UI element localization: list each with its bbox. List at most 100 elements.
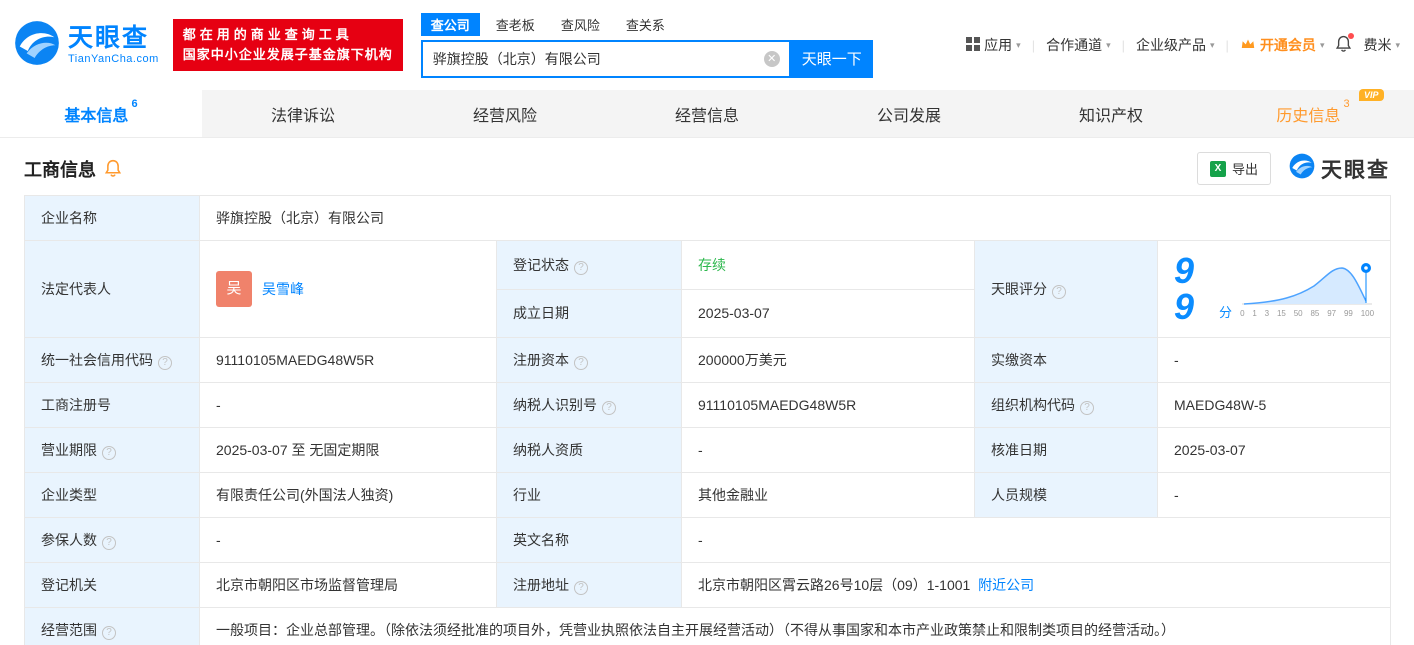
tab-basic-info-count: 6 — [131, 97, 138, 110]
tianyancha-watermark: 天眼查 — [1289, 153, 1390, 185]
nav-user[interactable]: 费米 ▾ — [1363, 35, 1400, 55]
table-row: 营业期限? 2025-03-07 至 无固定期限 纳税人资质 - 核准日期 20… — [24, 427, 1392, 473]
divider: | — [1225, 37, 1229, 53]
nav-open-vip[interactable]: 开通会员 ▾ — [1240, 35, 1324, 55]
tab-company-development-label: 公司发展 — [876, 107, 941, 125]
notification-dot — [1348, 32, 1355, 39]
tianyancha-logo[interactable]: 天眼查 TianYanCha.com — [14, 20, 159, 71]
company-name-value: 骅旗控股（北京）有限公司 — [198, 195, 1392, 241]
search-tab-relation[interactable]: 查关系 — [616, 13, 675, 36]
nav-open-vip-label: 开通会员 — [1259, 37, 1316, 53]
approval-date-label: 核准日期 — [974, 427, 1158, 473]
paid-capital-label: 实缴资本 — [974, 337, 1158, 383]
reg-authority-label: 登记机关 — [24, 562, 200, 608]
staff-size-value: - — [1156, 472, 1392, 518]
legal-rep-link[interactable]: 吴雪峰 — [262, 279, 304, 299]
tab-operational-risk[interactable]: 经营风险 — [404, 90, 606, 137]
english-name-label: 英文名称 — [496, 517, 682, 563]
search-tabs: 查公司 查老板 查风险 查关系 — [420, 12, 873, 36]
establish-date-value: 2025-03-07 — [681, 288, 975, 338]
tab-history-info-count: 3 — [1343, 97, 1350, 110]
chevron-down-icon: ▾ — [1106, 39, 1111, 50]
tab-business-info-label: 经营信息 — [674, 107, 739, 125]
export-button[interactable]: X 导出 — [1196, 152, 1271, 185]
nav-user-label: 费米 — [1363, 37, 1392, 53]
nav-enterprise-label: 企业级产品 — [1136, 37, 1207, 53]
notifications-bell-icon[interactable] — [1335, 32, 1355, 56]
help-icon[interactable]: ? — [102, 536, 116, 550]
table-row: 工商注册号 - 纳税人识别号? 91110105MAEDG48W5R 组织机构代… — [24, 382, 1392, 428]
tab-business-info[interactable]: 经营信息 — [606, 90, 808, 137]
help-icon[interactable]: ? — [574, 356, 588, 370]
english-name-value: - — [680, 517, 1392, 563]
taxpayer-id-value: 91110105MAEDG48W5R — [681, 382, 975, 428]
tab-history-info-label: 历史信息 — [1276, 107, 1341, 125]
industry-label: 行业 — [496, 472, 682, 518]
tab-intellectual-property[interactable]: 知识产权 — [1010, 90, 1212, 137]
business-info-section-head: 工商信息 X 导出 天眼查 — [0, 138, 1414, 195]
reg-number-value: - — [199, 382, 497, 428]
paid-capital-value: - — [1156, 337, 1392, 383]
clear-icon[interactable]: ✕ — [763, 50, 780, 67]
help-icon[interactable]: ? — [102, 626, 116, 640]
excel-icon: X — [1209, 160, 1226, 177]
score-value: 99 分 0 1 3 15 50 85 97 99 100 — [1156, 240, 1392, 338]
help-icon[interactable]: ? — [1052, 285, 1066, 299]
search-tab-risk[interactable]: 查风险 — [551, 13, 610, 36]
tab-basic-info-label: 基本信息 — [64, 107, 129, 125]
credit-code-label: 统一社会信用代码? — [24, 337, 200, 383]
vip-badge: VIP — [1359, 88, 1384, 101]
section-title: 工商信息 — [24, 159, 96, 180]
legal-rep-value: 吴 吴雪峰 — [199, 240, 497, 338]
tab-history-info[interactable]: 历史信息 3 VIP — [1212, 88, 1414, 137]
help-icon[interactable]: ? — [102, 446, 116, 460]
reg-status-label: 登记状态? — [496, 240, 682, 290]
reg-status-value: 存续 — [681, 240, 975, 290]
tab-company-development[interactable]: 公司发展 — [808, 90, 1010, 137]
chevron-down-icon: ▾ — [1016, 39, 1021, 50]
nearby-companies-link[interactable]: 附近公司 — [978, 577, 1034, 593]
tab-legal-proceedings[interactable]: 法律诉讼 — [202, 90, 404, 137]
divider: | — [1121, 37, 1126, 53]
crown-icon — [1240, 37, 1256, 53]
export-label: 导出 — [1231, 162, 1258, 177]
help-icon[interactable]: ? — [574, 581, 588, 595]
help-icon[interactable]: ? — [602, 401, 616, 415]
reg-capital-value: 200000万美元 — [681, 337, 975, 383]
slogan-line2: 国家中小企业发展子基金旗下机构 — [182, 47, 393, 62]
search-input[interactable] — [422, 50, 764, 67]
nav-enterprise[interactable]: 企业级产品 ▾ — [1136, 35, 1215, 55]
table-row: 登记机关 北京市朝阳区市场监督管理局 注册地址? 北京市朝阳区霄云路26号10层… — [24, 562, 1392, 608]
nav-apps-label: 应用 — [984, 37, 1013, 53]
slogan-line1: 都在用的商业查询工具 — [182, 26, 353, 42]
score-label: 天眼评分? — [974, 240, 1158, 338]
nav-partner-label: 合作通道 — [1046, 37, 1103, 53]
taxpayer-quality-label: 纳税人资质 — [496, 427, 682, 473]
approval-date-value: 2025-03-07 — [1156, 427, 1392, 473]
score-unit: 分 — [1219, 305, 1233, 320]
tianyancha-logo-icon — [14, 20, 60, 71]
company-section-tabs: 基本信息 6 法律诉讼 经营风险 经营信息 公司发展 知识产权 历史信息 3 V… — [0, 88, 1414, 138]
search-tab-boss[interactable]: 查老板 — [486, 13, 545, 36]
business-term-value: 2025-03-07 至 无固定期限 — [199, 427, 497, 473]
table-row: 企业名称 骅旗控股（北京）有限公司 — [24, 195, 1392, 241]
tab-intellectual-property-label: 知识产权 — [1078, 107, 1143, 125]
help-icon[interactable]: ? — [574, 260, 588, 275]
search-tab-company[interactable]: 查公司 — [420, 12, 480, 36]
tab-basic-info[interactable]: 基本信息 6 — [0, 90, 202, 137]
industry-value: 其他金融业 — [681, 472, 975, 518]
legal-rep-label: 法定代表人 — [24, 240, 200, 338]
monitor-bell-icon[interactable] — [104, 159, 122, 178]
tab-legal-proceedings-label: 法律诉讼 — [270, 107, 335, 125]
nav-apps[interactable]: 应用 ▾ — [966, 35, 1021, 55]
org-code-label: 组织机构代码? — [974, 382, 1158, 428]
table-row: 经营范围? 一般项目：企业总部管理。（除依法须经批准的项目外，凭营业执照依法自主… — [24, 607, 1392, 645]
help-icon[interactable]: ? — [1080, 401, 1094, 415]
chevron-down-icon: ▾ — [1395, 39, 1400, 50]
nav-partner[interactable]: 合作通道 ▾ — [1046, 35, 1111, 55]
avatar: 吴 — [216, 271, 252, 307]
insured-count-label: 参保人数? — [24, 517, 200, 563]
search-button[interactable]: 天眼一下 — [790, 39, 873, 78]
help-icon[interactable]: ? — [158, 356, 172, 370]
divider: | — [1031, 37, 1036, 53]
